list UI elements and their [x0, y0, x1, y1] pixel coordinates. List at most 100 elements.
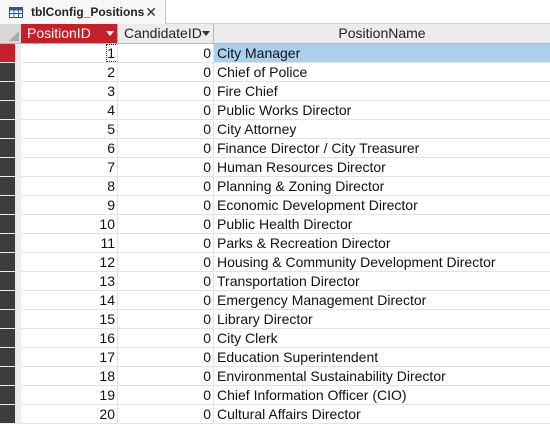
cell-positionname[interactable]: Parks & Recreation Director [214, 234, 550, 253]
close-icon[interactable]: ✕ [145, 3, 157, 21]
record-selector[interactable] [0, 253, 21, 272]
table-row[interactable]: 20 0 Cultural Affairs Director [0, 405, 550, 424]
cell-positionid[interactable]: 15 [21, 310, 118, 329]
cell-candidateid[interactable]: 0 [118, 101, 214, 120]
cell-positionname[interactable]: Public Health Director [214, 215, 550, 234]
table-row[interactable]: 6 0 Finance Director / City Treasurer [0, 139, 550, 158]
cell-positionname[interactable]: Public Works Director [214, 101, 550, 120]
cell-positionid[interactable]: 19 [21, 386, 118, 405]
tab-tblconfig-positions[interactable]: tblConfig_Positions ✕ [0, 0, 166, 24]
cell-positionid[interactable]: 5 [21, 120, 118, 139]
cell-positionname[interactable]: Library Director [214, 310, 550, 329]
record-selector[interactable] [0, 158, 21, 177]
cell-candidateid[interactable]: 0 [118, 82, 214, 101]
cell-candidateid[interactable]: 0 [118, 367, 214, 386]
cell-candidateid[interactable]: 0 [118, 329, 214, 348]
cell-positionid[interactable]: 8 [21, 177, 118, 196]
table-row[interactable]: 13 0 Transportation Director [0, 272, 550, 291]
table-row[interactable]: 14 0 Emergency Management Director [0, 291, 550, 310]
record-selector[interactable] [0, 196, 21, 215]
cell-candidateid[interactable]: 0 [118, 310, 214, 329]
cell-positionid[interactable]: 9 [21, 196, 118, 215]
table-row[interactable]: 10 0 Public Health Director [0, 215, 550, 234]
cell-candidateid[interactable]: 0 [118, 120, 214, 139]
cell-positionname[interactable]: Fire Chief [214, 82, 550, 101]
cell-positionname[interactable]: City Attorney [214, 120, 550, 139]
record-selector[interactable] [0, 215, 21, 234]
record-selector[interactable] [0, 348, 21, 367]
cell-positionid[interactable]: 6 [21, 139, 118, 158]
cell-positionid[interactable]: 3 [21, 82, 118, 101]
cell-positionid[interactable]: 10 [21, 215, 118, 234]
table-row[interactable]: 17 0 Education Superintendent [0, 348, 550, 367]
cell-positionid[interactable]: 2 [21, 63, 118, 82]
record-selector[interactable] [0, 82, 21, 101]
table-row[interactable]: 19 0 Chief Information Officer (CIO) [0, 386, 550, 405]
cell-positionname[interactable]: Finance Director / City Treasurer [214, 139, 550, 158]
record-selector[interactable] [0, 177, 21, 196]
table-row[interactable]: 3 0 Fire Chief [0, 82, 550, 101]
cell-candidateid[interactable]: 0 [118, 196, 214, 215]
record-selector[interactable] [0, 44, 21, 63]
cell-candidateid[interactable]: 0 [118, 253, 214, 272]
cell-positionid[interactable]: 18 [21, 367, 118, 386]
cell-candidateid[interactable]: 0 [118, 348, 214, 367]
record-selector[interactable] [0, 329, 21, 348]
cell-candidateid[interactable]: 0 [118, 177, 214, 196]
select-all-corner[interactable] [0, 24, 22, 44]
table-row[interactable]: 11 0 Parks & Recreation Director [0, 234, 550, 253]
cell-positionname[interactable]: City Clerk [214, 329, 550, 348]
cell-positionid[interactable]: 7 [21, 158, 118, 177]
table-row[interactable]: 1 0 City Manager [0, 44, 550, 63]
cell-positionid[interactable]: 12 [21, 253, 118, 272]
dropdown-arrow-icon[interactable] [202, 31, 210, 36]
cell-positionname[interactable]: Planning & Zoning Director [214, 177, 550, 196]
record-selector[interactable] [0, 386, 21, 405]
cell-candidateid[interactable]: 0 [118, 44, 214, 63]
table-row[interactable]: 2 0 Chief of Police [0, 63, 550, 82]
record-selector[interactable] [0, 291, 21, 310]
cell-candidateid[interactable]: 0 [118, 215, 214, 234]
column-header-positionid[interactable]: PositionID [21, 24, 118, 44]
cell-positionname[interactable]: Emergency Management Director [214, 291, 550, 310]
cell-positionid[interactable]: 11 [21, 234, 118, 253]
record-selector[interactable] [0, 101, 21, 120]
cell-positionname[interactable]: Education Superintendent [214, 348, 550, 367]
cell-positionid[interactable]: 14 [21, 291, 118, 310]
table-row[interactable]: 12 0 Housing & Community Development Dir… [0, 253, 550, 272]
cell-positionname[interactable]: Chief of Police [214, 63, 550, 82]
column-header-positionname[interactable]: PositionName [214, 24, 550, 44]
record-selector[interactable] [0, 120, 21, 139]
record-selector[interactable] [0, 63, 21, 82]
table-row[interactable]: 5 0 City Attorney [0, 120, 550, 139]
record-selector[interactable] [0, 367, 21, 386]
cell-candidateid[interactable]: 0 [118, 272, 214, 291]
cell-candidateid[interactable]: 0 [118, 386, 214, 405]
record-selector[interactable] [0, 272, 21, 291]
cell-positionid[interactable]: 4 [21, 101, 118, 120]
record-selector[interactable] [0, 234, 21, 253]
cell-candidateid[interactable]: 0 [118, 291, 214, 310]
cell-positionname[interactable]: Economic Development Director [214, 196, 550, 215]
cell-positionname[interactable]: City Manager [214, 44, 550, 63]
cell-positionid[interactable]: 13 [21, 272, 118, 291]
cell-positionname[interactable]: Chief Information Officer (CIO) [214, 386, 550, 405]
cell-candidateid[interactable]: 0 [118, 405, 214, 424]
cell-positionid[interactable]: 16 [21, 329, 118, 348]
cell-candidateid[interactable]: 0 [118, 158, 214, 177]
table-row[interactable]: 9 0 Economic Development Director [0, 196, 550, 215]
cell-candidateid[interactable]: 0 [118, 139, 214, 158]
table-row[interactable]: 18 0 Environmental Sustainability Direct… [0, 367, 550, 386]
record-selector[interactable] [0, 310, 21, 329]
cell-positionname[interactable]: Housing & Community Development Director [214, 253, 550, 272]
column-header-candidateid[interactable]: CandidateID [118, 24, 214, 44]
cell-positionname[interactable]: Human Resources Director [214, 158, 550, 177]
cell-positionid[interactable]: 17 [21, 348, 118, 367]
cell-candidateid[interactable]: 0 [118, 234, 214, 253]
table-row[interactable]: 16 0 City Clerk [0, 329, 550, 348]
dropdown-arrow-icon[interactable] [106, 31, 114, 36]
cell-positionname[interactable]: Transportation Director [214, 272, 550, 291]
cell-candidateid[interactable]: 0 [118, 63, 214, 82]
table-row[interactable]: 15 0 Library Director [0, 310, 550, 329]
table-row[interactable]: 7 0 Human Resources Director [0, 158, 550, 177]
